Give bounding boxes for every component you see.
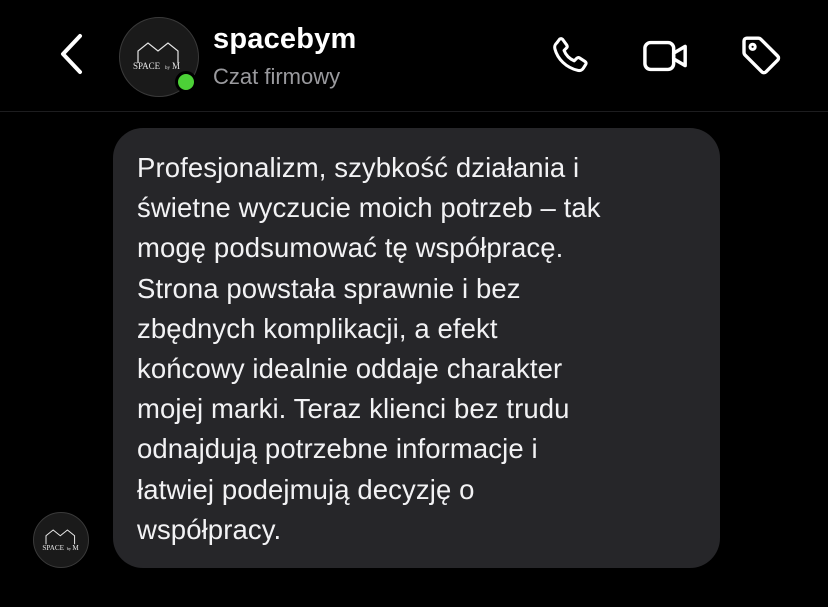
svg-text:M: M — [172, 61, 180, 71]
back-button[interactable] — [50, 33, 94, 80]
video-camera-icon — [641, 33, 691, 84]
chat-name: spacebym — [213, 23, 357, 55]
sender-avatar[interactable]: SPACE by M — [33, 512, 89, 568]
label-button[interactable] — [738, 34, 786, 82]
svg-text:by: by — [165, 66, 171, 71]
chat-subtitle: Czat firmowy — [213, 64, 341, 89]
chevron-left-icon — [58, 33, 86, 80]
video-call-button[interactable] — [642, 34, 690, 82]
call-button[interactable] — [546, 34, 594, 82]
header-avatar[interactable]: SPACE by M — [119, 17, 199, 97]
svg-text:by: by — [67, 546, 72, 551]
svg-text:SPACE: SPACE — [133, 61, 161, 71]
svg-text:M: M — [72, 544, 79, 552]
phone-icon — [547, 33, 593, 84]
tag-icon — [738, 32, 786, 85]
svg-text:SPACE: SPACE — [42, 544, 64, 552]
incoming-message-bubble[interactable]: Profesjonalizm, szybkość działania i świ… — [113, 128, 720, 568]
message-text: Profesjonalizm, szybkość działania i świ… — [137, 152, 601, 545]
online-status-dot — [175, 71, 197, 93]
chat-screen: SPACE by M spacebym Czat firmowy Profesj… — [0, 0, 828, 607]
chat-title-block[interactable]: spacebym Czat firmowy — [213, 22, 356, 92]
chat-header: SPACE by M spacebym Czat firmowy — [0, 0, 828, 112]
